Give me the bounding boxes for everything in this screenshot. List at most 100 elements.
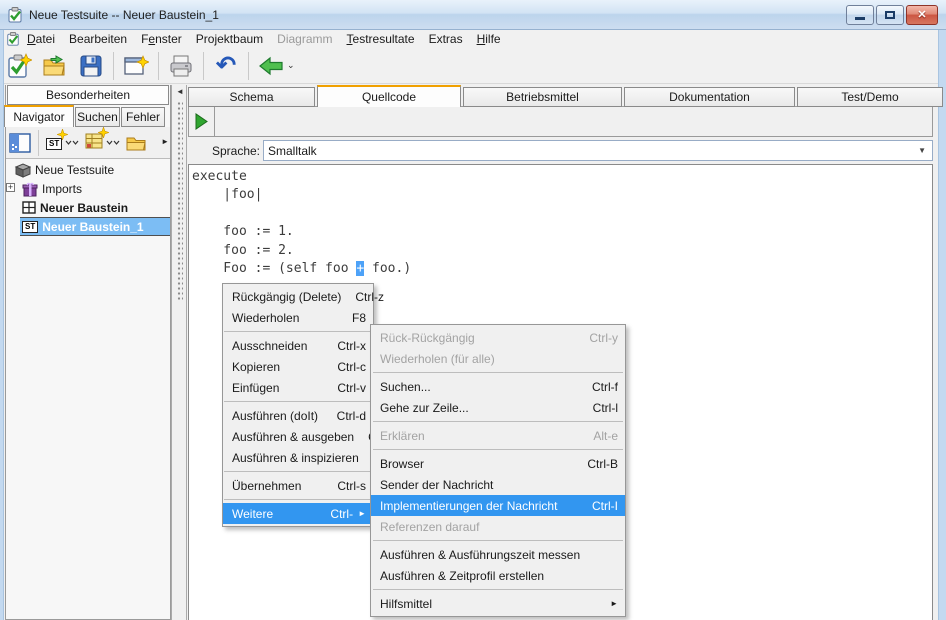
tab-test-demo[interactable]: Test/Demo	[797, 87, 943, 107]
tab-besonderheiten[interactable]: Besonderheiten	[7, 85, 169, 105]
back-button[interactable]	[254, 50, 288, 82]
menu-item-ausfuehren-inspizieren[interactable]: Ausführen & inspizierenCtrl-q	[223, 447, 373, 468]
menu-item-ausfuehren-ausgeben[interactable]: Ausführen & ausgebenCtrl-p	[223, 426, 373, 447]
tree-item-neue-testsuite[interactable]: Neue Testsuite	[6, 160, 170, 179]
menu-item-zeitprofil-erstellen[interactable]: Ausführen & Zeitprofil erstellen	[371, 565, 625, 586]
back-arrow-icon	[258, 55, 284, 77]
open-button[interactable]	[38, 50, 72, 82]
code-text: execute |foo| foo := 1. foo := 2. Foo :=…	[189, 165, 932, 278]
undo-button[interactable]: ↶	[209, 50, 243, 82]
new-window-button[interactable]	[119, 50, 153, 82]
testsuite-box-icon	[14, 162, 31, 178]
menu-separator	[224, 331, 372, 332]
toolbar-separator	[158, 52, 159, 80]
splitter-grip	[177, 101, 183, 301]
menu-item-uebernehmen[interactable]: ÜbernehmenCtrl-s	[223, 475, 373, 496]
new-star-icon	[57, 129, 68, 140]
editor-context-menu: Rückgängig (Delete)Ctrl-z WiederholenF8 …	[222, 283, 374, 527]
combo-arrow-icon: ▼	[918, 146, 926, 155]
menu-separator	[224, 471, 372, 472]
restore-icon	[885, 11, 895, 19]
new-st-block-button[interactable]: ST	[43, 129, 82, 157]
open-folder-icon	[42, 54, 68, 78]
tab-fehler[interactable]: Fehler	[121, 107, 165, 127]
run-button[interactable]	[189, 107, 215, 136]
restore-button[interactable]	[876, 5, 904, 25]
tab-suchen[interactable]: Suchen	[75, 107, 120, 127]
menu-hilfe[interactable]: Hilfe	[470, 31, 508, 47]
left-tab-bar: Navigator Suchen Fehler	[4, 105, 166, 127]
folder-button[interactable]	[123, 129, 149, 157]
new-testsuite-icon	[6, 53, 32, 79]
menu-separator	[224, 499, 372, 500]
menu-separator	[373, 540, 623, 541]
editor-toolbar	[188, 106, 933, 137]
menu-item-gehe-zur-zeile[interactable]: Gehe zur Zeile...Ctrl-l	[371, 397, 625, 418]
close-icon: ✕	[917, 10, 926, 21]
toolbar-separator	[113, 52, 114, 80]
dropdown-chevrons-icon	[106, 139, 120, 147]
tree-item-neuer-baustein-1[interactable]: ST Neuer Baustein_1	[20, 217, 170, 236]
print-button[interactable]	[164, 50, 198, 82]
menu-item-erklaeren: ErklärenAlt-e	[371, 425, 625, 446]
new-table-button[interactable]	[82, 129, 123, 157]
menu-bearbeiten[interactable]: Bearbeiten	[62, 31, 134, 47]
menu-separator	[373, 421, 623, 422]
editor-tab-bar: Schema Quellcode Betriebsmittel Dokument…	[188, 85, 945, 107]
toolbar-overflow-icon[interactable]: ►	[161, 137, 169, 146]
toolbar-separator	[38, 130, 39, 156]
menu-item-ausschneiden[interactable]: AusschneidenCtrl-x	[223, 335, 373, 356]
menu-item-rueck-rueckgaengig: Rück-RückgängigCtrl-y	[371, 327, 625, 348]
tab-schema[interactable]: Schema	[188, 87, 315, 107]
menu-diagramm: Diagramm	[270, 31, 339, 47]
navigator-toolbar: ST	[6, 127, 170, 159]
menu-item-kopieren[interactable]: KopierenCtrl-c	[223, 356, 373, 377]
close-button[interactable]: ✕	[906, 5, 938, 25]
tree-item-imports[interactable]: + Imports	[6, 179, 170, 198]
menu-item-ausfuehren-doit[interactable]: Ausführen (doIt)Ctrl-d	[223, 405, 373, 426]
tab-betriebsmittel[interactable]: Betriebsmittel	[463, 87, 622, 107]
expander-icon[interactable]: +	[6, 183, 15, 192]
weitere-submenu: Rück-RückgängigCtrl-y Wiederholen (für a…	[370, 324, 626, 617]
tree-item-neuer-baustein[interactable]: Neuer Baustein	[6, 198, 170, 217]
menu-item-rueckgaengig[interactable]: Rückgängig (Delete)Ctrl-z	[223, 286, 373, 307]
menu-separator	[373, 449, 623, 450]
panel-layout-icon	[9, 133, 31, 153]
tab-quellcode[interactable]: Quellcode	[317, 85, 461, 107]
run-play-icon	[195, 113, 208, 130]
menu-item-wiederholen[interactable]: WiederholenF8	[223, 307, 373, 328]
back-dropdown-chevron-icon[interactable]: ⌄	[287, 60, 295, 71]
language-select[interactable]: Smalltalk ▼	[263, 140, 933, 161]
new-testsuite-button[interactable]	[2, 50, 36, 82]
st-badge-icon: ST	[22, 221, 38, 233]
panel-layout-button[interactable]	[6, 129, 34, 157]
tab-navigator[interactable]: Navigator	[4, 105, 74, 127]
menu-item-browser[interactable]: BrowserCtrl-B	[371, 453, 625, 474]
panel-splitter[interactable]: ◄	[171, 85, 187, 620]
titlebar: Neue Testsuite -- Neuer Baustein_1 ✕	[0, 0, 946, 30]
menu-extras[interactable]: Extras	[422, 31, 470, 47]
submenu-arrow-icon: ►	[358, 509, 366, 518]
tab-dokumentation[interactable]: Dokumentation	[624, 87, 795, 107]
menu-fenster[interactable]: Fenster	[134, 31, 189, 47]
language-row: Sprache: Smalltalk ▼	[188, 137, 933, 164]
save-button[interactable]	[74, 50, 108, 82]
app-icon	[7, 7, 23, 23]
menu-datei[interactable]: Datei	[20, 31, 62, 47]
menu-separator	[373, 372, 623, 373]
collapse-arrow-icon[interactable]: ◄	[176, 87, 184, 96]
menu-item-einfuegen[interactable]: EinfügenCtrl-v	[223, 377, 373, 398]
menu-item-ausfuehrungszeit-messen[interactable]: Ausführen & Ausführungszeit messen	[371, 544, 625, 565]
application-window: Neue Testsuite -- Neuer Baustein_1 ✕ Dat…	[0, 0, 946, 620]
minimize-button[interactable]	[846, 5, 874, 25]
menu-item-hilfsmittel[interactable]: Hilfsmittel►	[371, 593, 625, 614]
print-icon	[168, 54, 194, 78]
menu-item-weitere[interactable]: WeitereCtrl-►	[223, 503, 373, 524]
menu-item-suchen[interactable]: Suchen...Ctrl-f	[371, 376, 625, 397]
menu-item-implementierungen[interactable]: Implementierungen der NachrichtCtrl-I	[371, 495, 625, 516]
menu-testresultate[interactable]: Testresultate	[340, 31, 422, 47]
menu-item-sender-der-nachricht[interactable]: Sender der Nachricht	[371, 474, 625, 495]
toolbar-separator	[248, 52, 249, 80]
menu-item-wiederholen-fuer-alle: Wiederholen (für alle)	[371, 348, 625, 369]
menu-projektbaum[interactable]: Projektbaum	[189, 31, 270, 47]
